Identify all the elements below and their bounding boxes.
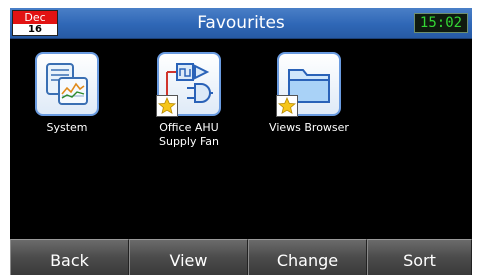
system-dashboard-icon xyxy=(35,52,99,116)
favourite-label: Office AHU Supply Fan xyxy=(134,121,244,149)
change-button[interactable]: Change xyxy=(248,239,367,275)
folder-icon xyxy=(276,52,341,117)
page-title: Favourites xyxy=(197,13,285,33)
sort-button[interactable]: Sort xyxy=(367,239,472,275)
favourite-star-icon xyxy=(276,95,298,117)
favourites-screen: Dec 16 Favourites 15:02 System Office AH… xyxy=(10,8,472,275)
clock-display: 15:02 xyxy=(414,13,468,33)
favourite-star-icon xyxy=(156,95,178,117)
back-button[interactable]: Back xyxy=(10,239,129,275)
view-button[interactable]: View xyxy=(129,239,248,275)
device-screen: Dec 16 Favourites 15:02 System Office AH… xyxy=(0,0,480,275)
favourite-office-ahu-supply-fan[interactable]: Office AHU Supply Fan xyxy=(134,52,244,149)
favourite-system[interactable]: System xyxy=(12,52,122,135)
favourite-views-browser[interactable]: Views Browser xyxy=(254,52,364,135)
favourite-label: Views Browser xyxy=(269,121,349,134)
title-bar: Dec 16 Favourites 15:02 xyxy=(10,8,472,39)
favourite-label-line: Office AHU xyxy=(159,121,219,134)
softkey-bar: Back View Change Sort xyxy=(10,239,472,275)
favourite-label-line: Supply Fan xyxy=(158,135,219,148)
logic-diagram-icon xyxy=(156,52,221,117)
favourite-label: System xyxy=(46,121,88,134)
